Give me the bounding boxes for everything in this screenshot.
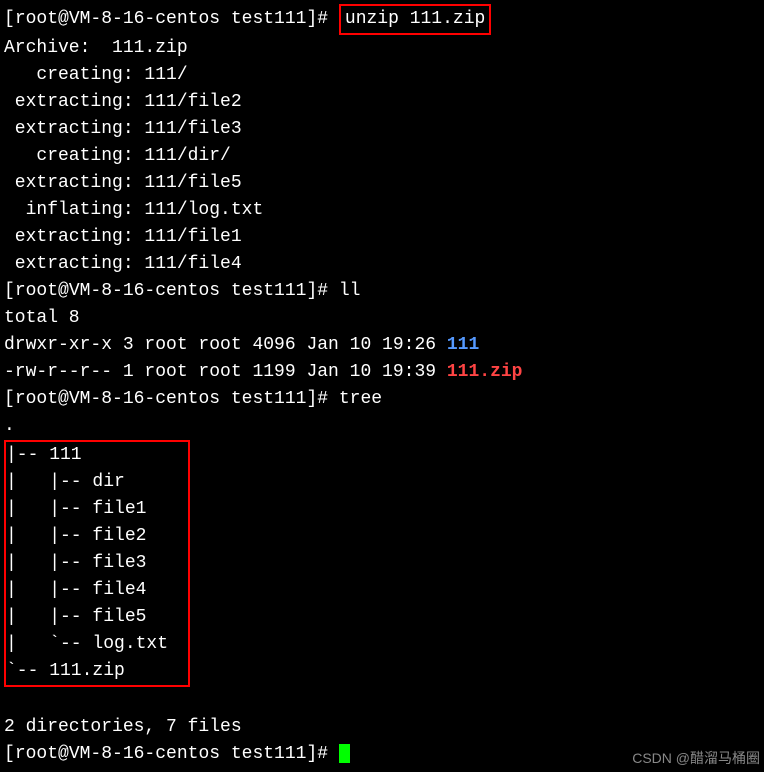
command: ll (328, 281, 360, 301)
tree-highlight-box: |-- 111 | |-- dir | |-- file1 | |-- file… (4, 440, 190, 687)
tree-summary: 2 directories, 7 files (4, 714, 760, 741)
zip-name: 111.zip (447, 362, 523, 382)
prompt-line-1[interactable]: [root@VM-8-16-centos test111]# unzip 111… (4, 4, 760, 35)
user-host: root@VM-8-16-centos test111 (15, 9, 307, 29)
cursor-icon (339, 744, 350, 763)
tree-line: | |-- file1 (6, 496, 168, 523)
dir-name: 111 (447, 335, 479, 355)
output-line: extracting: 111/file3 (4, 116, 760, 143)
output-line: extracting: 111/file5 (4, 170, 760, 197)
archive-line: Archive: 111.zip (4, 35, 760, 62)
command: tree (328, 389, 382, 409)
tree-line: `-- 111.zip (6, 658, 168, 685)
bracket: [ (4, 9, 15, 29)
total-line: total 8 (4, 305, 760, 332)
tree-line: |-- 111 (6, 442, 168, 469)
tree-line: | |-- file3 (6, 550, 168, 577)
tree-line: | |-- file2 (6, 523, 168, 550)
output-line: extracting: 111/file2 (4, 89, 760, 116)
tree-line: | `-- log.txt (6, 631, 168, 658)
output-line: creating: 111/ (4, 62, 760, 89)
tree-line: | |-- file5 (6, 604, 168, 631)
tree-line: | |-- dir (6, 469, 168, 496)
output-line: extracting: 111/file1 (4, 224, 760, 251)
blank-line (4, 687, 760, 714)
ll-row: -rw-r--r-- 1 root root 1199 Jan 10 19:39… (4, 359, 760, 386)
output-line: inflating: 111/log.txt (4, 197, 760, 224)
tree-line: | |-- file4 (6, 577, 168, 604)
output-line: creating: 111/dir/ (4, 143, 760, 170)
ll-row: drwxr-xr-x 3 root root 4096 Jan 10 19:26… (4, 332, 760, 359)
watermark: CSDN @醋溜马桶圈 (632, 748, 760, 769)
bracket-close: ]# (306, 9, 328, 29)
prompt-line-2[interactable]: [root@VM-8-16-centos test111]# ll (4, 278, 760, 305)
command-highlight: unzip 111.zip (339, 4, 491, 35)
tree-dot: . (4, 413, 760, 440)
prompt-line-3[interactable]: [root@VM-8-16-centos test111]# tree (4, 386, 760, 413)
output-line: extracting: 111/file4 (4, 251, 760, 278)
